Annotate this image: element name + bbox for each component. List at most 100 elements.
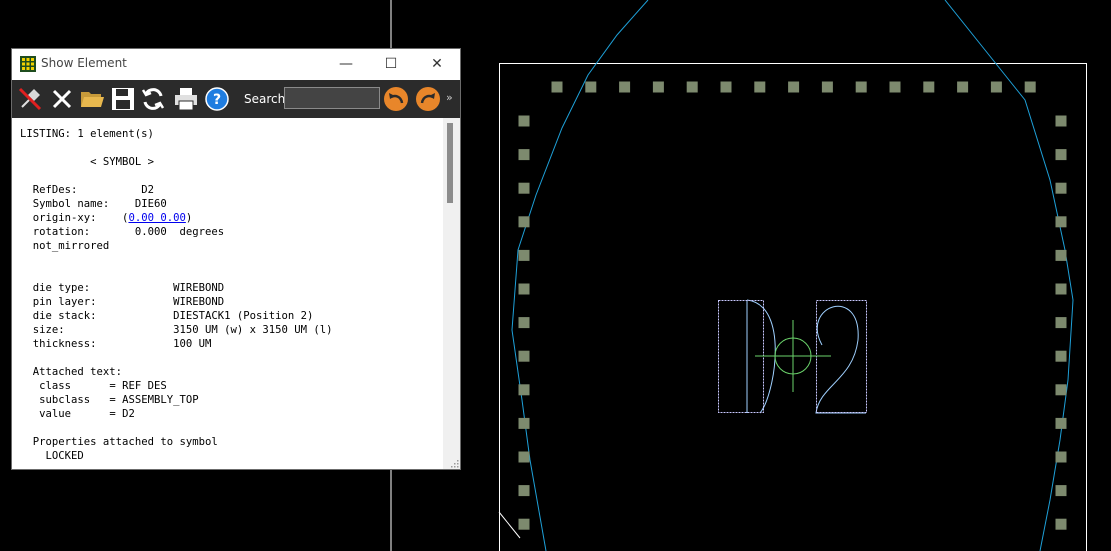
bond-pad[interactable]: [518, 350, 530, 362]
size-label: size:: [32, 324, 65, 336]
refresh-icon[interactable]: [140, 86, 166, 112]
class-label: class: [39, 380, 72, 392]
bond-pad[interactable]: [686, 81, 698, 93]
bond-pad[interactable]: [923, 81, 935, 93]
bond-pad[interactable]: [518, 115, 530, 127]
die-outline[interactable]: [499, 63, 1087, 551]
bond-pad[interactable]: [1055, 216, 1067, 228]
symbol-name-value: DIE60: [134, 198, 167, 210]
symbol-header: < SYMBOL >: [90, 156, 154, 168]
origin-label: origin-xy:: [32, 212, 97, 224]
bond-pad[interactable]: [518, 283, 530, 295]
origin-link[interactable]: 0.00 0.00: [128, 212, 185, 224]
bond-pad[interactable]: [1055, 149, 1067, 161]
bond-pad[interactable]: [518, 518, 530, 530]
value-value: = D2: [109, 408, 135, 420]
bond-pad[interactable]: [619, 81, 631, 93]
back-arrow-icon[interactable]: [383, 86, 409, 112]
bond-pad[interactable]: [1055, 283, 1067, 295]
rotation-value: 0.000: [134, 226, 167, 238]
die-stack-value: DIESTACK1 (Position 2): [173, 310, 314, 322]
help-icon[interactable]: ?: [204, 86, 230, 112]
locked-property: LOCKED: [45, 450, 84, 462]
bond-pad[interactable]: [585, 81, 597, 93]
bond-pad[interactable]: [518, 317, 530, 329]
die-stack-label: die stack:: [32, 310, 97, 322]
search-input[interactable]: [284, 87, 380, 109]
bond-pad[interactable]: [754, 81, 766, 93]
die-type-value: WIREBOND: [173, 282, 225, 294]
svg-text:?: ?: [213, 92, 221, 108]
element-listing: LISTING: 1 element(s) < SYMBOL > RefDes:…: [20, 128, 333, 462]
bond-pad[interactable]: [1055, 115, 1067, 127]
bond-pad[interactable]: [1024, 81, 1036, 93]
toolbar: ? Search: »: [12, 80, 460, 118]
scrollbar-thumb[interactable]: [447, 123, 453, 203]
minimize-button[interactable]: —: [323, 49, 369, 80]
close-window-button[interactable]: ✕: [414, 49, 460, 80]
bond-pad[interactable]: [518, 451, 530, 463]
vertical-scrollbar[interactable]: [443, 118, 460, 469]
refdes-letter-2: [815, 305, 866, 414]
resize-grip-icon[interactable]: [449, 458, 459, 468]
bond-pad[interactable]: [1055, 350, 1067, 362]
close-x-icon[interactable]: [49, 86, 75, 112]
bond-pad[interactable]: [1055, 182, 1067, 194]
bond-pad[interactable]: [652, 81, 664, 93]
forward-arrow-icon[interactable]: [415, 86, 441, 112]
bond-pad[interactable]: [1055, 485, 1067, 497]
bond-pad[interactable]: [788, 81, 800, 93]
bond-pad[interactable]: [1055, 518, 1067, 530]
app-grid-icon: [20, 56, 36, 72]
die-type-label: die type:: [32, 282, 91, 294]
print-icon[interactable]: [173, 86, 199, 112]
bond-pad[interactable]: [518, 384, 530, 396]
refdes-value: D2: [141, 184, 154, 196]
toolbar-overflow-chevron[interactable]: »: [446, 91, 453, 104]
class-value: = REF DES: [109, 380, 167, 392]
bond-pad[interactable]: [889, 81, 901, 93]
pin-icon[interactable]: [17, 86, 43, 112]
maximize-button[interactable]: ☐: [368, 49, 414, 80]
bond-pad[interactable]: [518, 182, 530, 194]
symbol-name-label: Symbol name:: [32, 198, 110, 210]
title-bar[interactable]: Show Element — ☐ ✕: [12, 49, 460, 80]
subclass-value: = ASSEMBLY_TOP: [109, 394, 199, 406]
bond-pad[interactable]: [518, 149, 530, 161]
bond-pads: [518, 81, 1067, 530]
show-element-window[interactable]: Show Element — ☐ ✕ ? Search: » LISTING: …: [12, 49, 460, 469]
thickness-value: 100 UM: [173, 338, 212, 350]
bond-pad[interactable]: [957, 81, 969, 93]
rotation-unit: degrees: [179, 226, 225, 238]
size-value: 3150 UM (w) x 3150 UM (l): [173, 324, 333, 336]
bond-pad[interactable]: [855, 81, 867, 93]
bond-pad[interactable]: [1055, 317, 1067, 329]
bond-pad[interactable]: [1055, 451, 1067, 463]
bond-pad[interactable]: [518, 485, 530, 497]
search-label: Search:: [244, 92, 290, 106]
origin-marker[interactable]: [755, 320, 831, 392]
bond-pad[interactable]: [551, 81, 563, 93]
bond-pad[interactable]: [518, 249, 530, 261]
listing-panel[interactable]: LISTING: 1 element(s) < SYMBOL > RefDes:…: [12, 118, 460, 469]
pin-layer-label: pin layer:: [32, 296, 97, 308]
window-title: Show Element: [41, 56, 127, 70]
save-icon[interactable]: [110, 86, 136, 112]
bond-pad[interactable]: [990, 81, 1002, 93]
bond-pad[interactable]: [1055, 384, 1067, 396]
bond-pad[interactable]: [1055, 249, 1067, 261]
pin-layer-value: WIREBOND: [173, 296, 225, 308]
listing-header: LISTING: 1 element(s): [20, 128, 154, 140]
folder-icon[interactable]: [79, 86, 105, 112]
bond-pad[interactable]: [720, 81, 732, 93]
subclass-label: subclass: [39, 394, 91, 406]
mirror-status: not_mirrored: [32, 240, 110, 252]
value-label: value: [39, 408, 72, 420]
bond-pad[interactable]: [518, 216, 530, 228]
corner-line: [498, 511, 521, 539]
thickness-label: thickness:: [32, 338, 97, 350]
rotation-label: rotation:: [32, 226, 91, 238]
bond-pad[interactable]: [821, 81, 833, 93]
bond-pad[interactable]: [1055, 417, 1067, 429]
bond-pad[interactable]: [518, 417, 530, 429]
